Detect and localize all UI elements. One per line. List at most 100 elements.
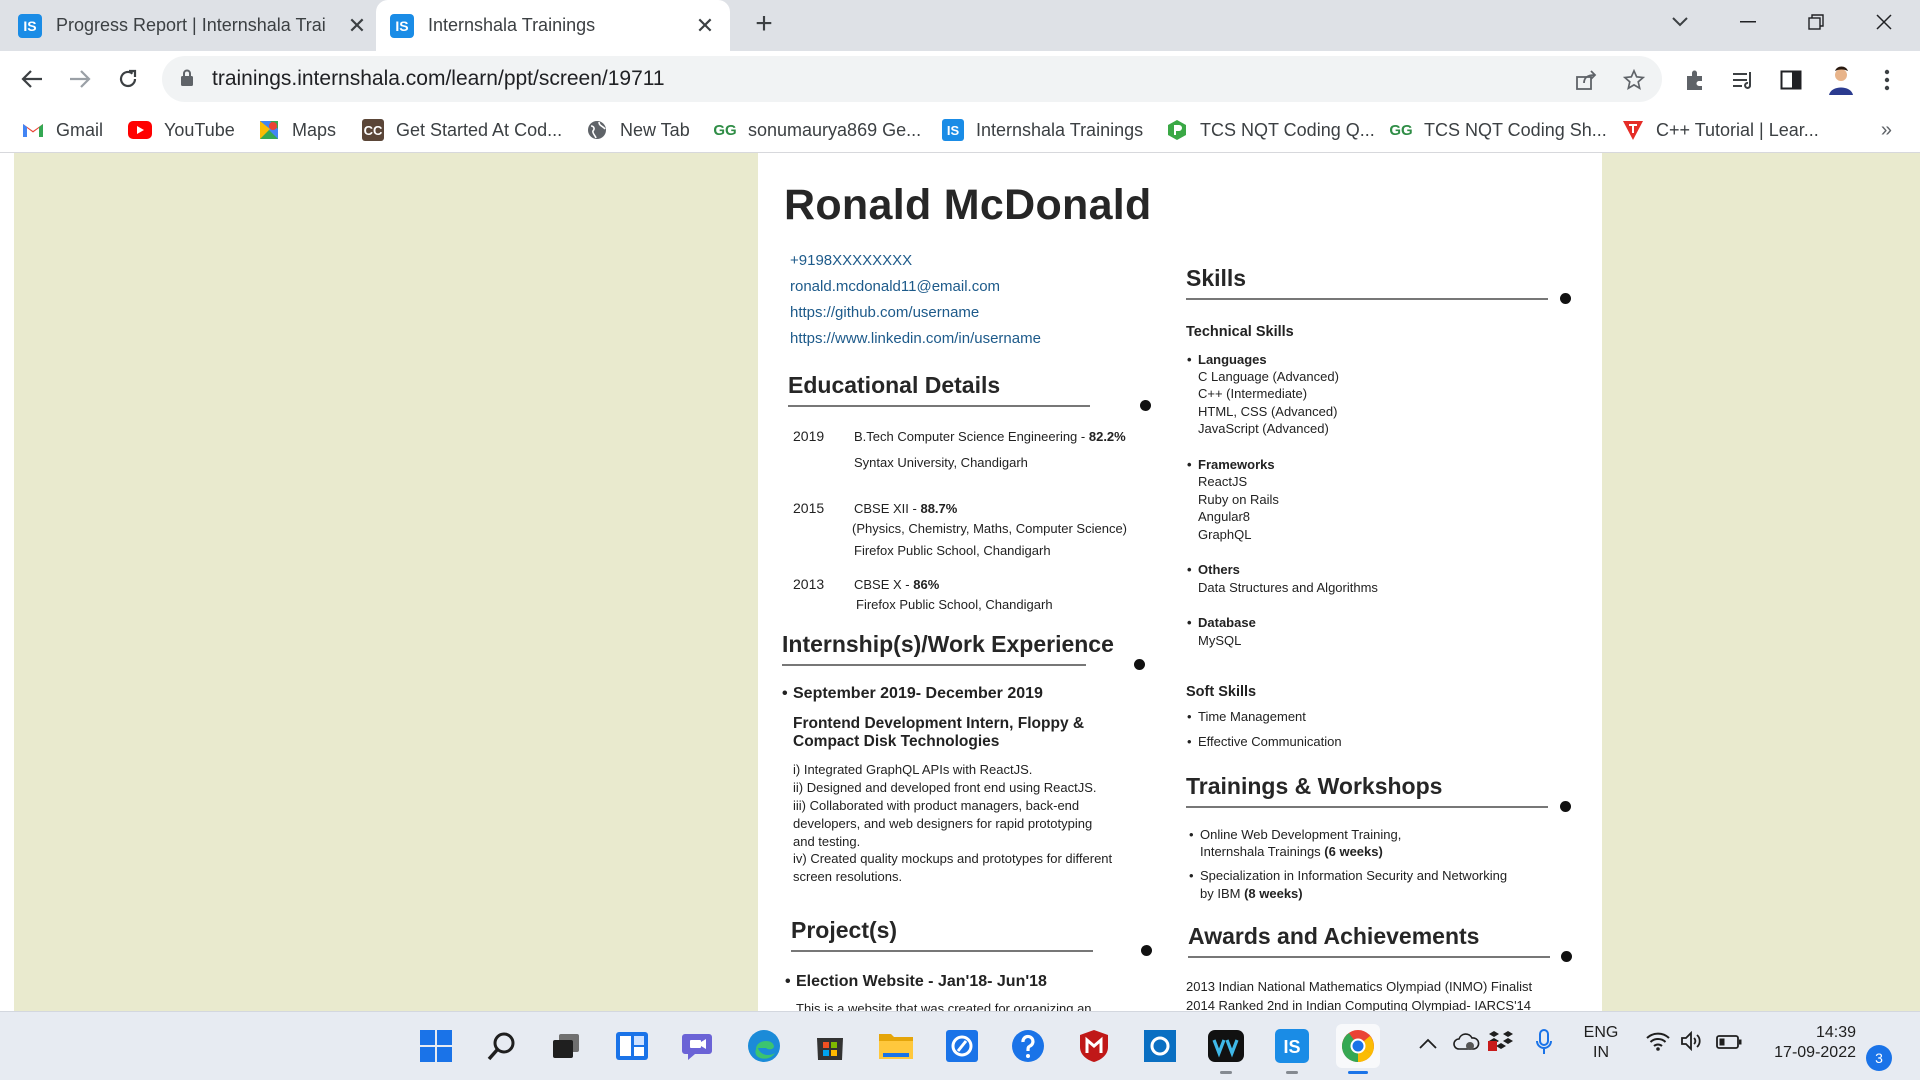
forward-icon[interactable] (62, 61, 98, 97)
browser-toolbar: trainings.internshala.com/learn/ppt/scre… (0, 51, 1920, 107)
contact-email: ronald.mcdonald11@email.com (790, 278, 1001, 295)
youtube-icon (128, 121, 152, 139)
bookmark-codechef[interactable]: CC Get Started At Cod... (362, 116, 562, 144)
restore-icon[interactable] (1788, 0, 1844, 44)
tab-progress-report[interactable]: IS Progress Report | Internshala Trai ✕ (18, 0, 370, 51)
help-icon[interactable] (1006, 1024, 1050, 1068)
section-rule (782, 664, 1086, 666)
tab-title: Internshala Trainings (428, 15, 596, 35)
clock[interactable]: 14:39 17-09-2022 (1746, 1024, 1856, 1062)
more-bookmarks-button[interactable]: » (1881, 119, 1892, 142)
soft-skills-heading: Soft Skills (1186, 684, 1257, 700)
show-hidden-icons-icon[interactable] (1418, 1033, 1438, 1056)
address-bar[interactable]: trainings.internshala.com/learn/ppt/scre… (162, 56, 1662, 102)
maps-icon (258, 119, 280, 141)
skill-item: HTML, CSS (Advanced) (1198, 404, 1338, 419)
back-icon[interactable] (14, 61, 50, 97)
internshala-app-icon[interactable]: IS (1270, 1024, 1314, 1074)
remote-app-icon[interactable] (940, 1024, 984, 1068)
experience-point: developers, and web designers for rapid … (793, 816, 1093, 831)
bookmark-cpp-tutorial[interactable]: C++ Tutorial | Lear... (1622, 116, 1819, 144)
new-tab-button[interactable]: + (748, 8, 780, 40)
bookmarks-bar: Gmail YouTube Maps CC Get Started At Cod… (0, 107, 1920, 153)
language-indicator[interactable]: ENG IN (1578, 1024, 1624, 1062)
page-content[interactable]: Ronald McDonald +9198XXXXXXXX ronald.mcd… (0, 153, 1920, 1011)
volume-icon[interactable] (1680, 1030, 1704, 1057)
file-explorer-icon[interactable] (874, 1024, 918, 1068)
bookmark-gmail[interactable]: Gmail (22, 116, 103, 144)
chrome-icon[interactable] (1336, 1024, 1380, 1074)
experience-heading: Internship(s)/Work Experience (782, 631, 1114, 657)
taskbar: IS ENG IN 14:39 17-09-2022 3 (0, 1011, 1920, 1080)
section-rule (1186, 298, 1548, 300)
media-control-icon[interactable] (1728, 65, 1758, 95)
reload-icon[interactable] (110, 61, 146, 97)
profile-avatar-icon[interactable] (1822, 61, 1860, 99)
widgets-icon[interactable] (610, 1024, 654, 1068)
extensions-icon[interactable] (1680, 65, 1710, 95)
tab-internshala-trainings[interactable]: IS Internshala Trainings ✕ (376, 0, 730, 51)
windows-start-icon[interactable] (414, 1024, 458, 1068)
chrome-menu-icon[interactable] (1872, 65, 1902, 95)
close-icon[interactable]: ✕ (692, 13, 718, 39)
notification-badge[interactable]: 3 (1866, 1045, 1892, 1071)
resume-slide: Ronald McDonald +9198XXXXXXXX ronald.mcd… (758, 153, 1602, 1011)
edu-degree: B.Tech Computer Science Engineering - 82… (854, 429, 1126, 444)
section-dot (1141, 945, 1152, 956)
skill-item: MySQL (1198, 633, 1242, 648)
battery-icon[interactable] (1716, 1033, 1742, 1056)
active-indicator (1348, 1071, 1368, 1074)
bookmark-tcs-nqt-sheet[interactable]: GG TCS NQT Coding Sh... (1389, 116, 1606, 144)
tab-search-icon[interactable] (1652, 0, 1708, 44)
cortana-icon[interactable] (1138, 1024, 1182, 1068)
mcafee-icon[interactable] (1072, 1024, 1116, 1068)
close-window-icon[interactable] (1856, 0, 1912, 44)
skill-group-languages: Languages (1187, 352, 1267, 367)
side-panel-icon[interactable] (1776, 65, 1806, 95)
wifi-icon[interactable] (1646, 1031, 1670, 1057)
bookmark-new-tab[interactable]: New Tab (586, 116, 690, 144)
task-view-icon[interactable] (544, 1024, 588, 1068)
bookmark-star-icon[interactable] (1620, 66, 1648, 94)
prepinsta-icon (1166, 119, 1188, 141)
skill-item: GraphQL (1198, 527, 1252, 542)
bookmark-tcs-nqt-questions[interactable]: TCS NQT Coding Q... (1166, 116, 1375, 144)
resume-name: Ronald McDonald (784, 181, 1152, 229)
bookmark-internshala-trainings[interactable]: IS Internshala Trainings (942, 116, 1143, 144)
project-description: This is a website that was created for o… (796, 1001, 1092, 1011)
skill-item: JavaScript (Advanced) (1198, 421, 1329, 436)
soft-skill-item: Time Management (1187, 709, 1306, 724)
minimize-icon[interactable] (1720, 0, 1776, 44)
experience-company: Compact Disk Technologies (793, 733, 1000, 750)
contact-linkedin: https://www.linkedin.com/in/username (790, 330, 1041, 347)
education-heading: Educational Details (788, 372, 1001, 398)
section-dot (1561, 951, 1572, 962)
experience-point: ii) Designed and developed front end usi… (793, 780, 1097, 795)
experience-point: screen resolutions. (793, 869, 903, 884)
onedrive-icon[interactable] (1452, 1031, 1480, 1057)
bookmark-geeksforgeeks-profile[interactable]: GG sonumaurya869 Ge... (713, 116, 921, 144)
skill-item: Ruby on Rails (1198, 492, 1279, 507)
lock-icon (181, 69, 193, 86)
skills-heading: Skills (1186, 265, 1247, 291)
clock-time: 14:39 (1815, 1024, 1856, 1041)
teams-chat-icon[interactable] (676, 1024, 720, 1068)
project-item: Election Website - Jan'18- Jun'18 (785, 973, 1047, 991)
internshala-icon: IS (942, 119, 964, 141)
bookmark-youtube[interactable]: YouTube (128, 116, 235, 144)
tab-title: Progress Report | Internshala Trai (56, 15, 326, 35)
share-icon[interactable] (1572, 66, 1600, 94)
edu-institute: Syntax University, Chandigarh (854, 455, 1028, 470)
webex-icon[interactable] (1204, 1024, 1248, 1074)
microphone-icon[interactable] (1536, 1029, 1552, 1061)
contact-github: https://github.com/username (790, 304, 980, 321)
edu-degree: CBSE X - 86% (854, 577, 940, 592)
edge-icon[interactable] (742, 1024, 786, 1068)
close-icon[interactable]: ✕ (344, 13, 370, 39)
dropbox-icon[interactable] (1488, 1029, 1514, 1059)
search-icon[interactable] (480, 1024, 524, 1068)
edu-institute: Firefox Public School, Chandigarh (856, 597, 1053, 612)
bookmark-maps[interactable]: Maps (258, 116, 336, 144)
microsoft-store-icon[interactable] (808, 1024, 852, 1068)
training-provider: Internshala Trainings (6 weeks) (1200, 844, 1383, 859)
